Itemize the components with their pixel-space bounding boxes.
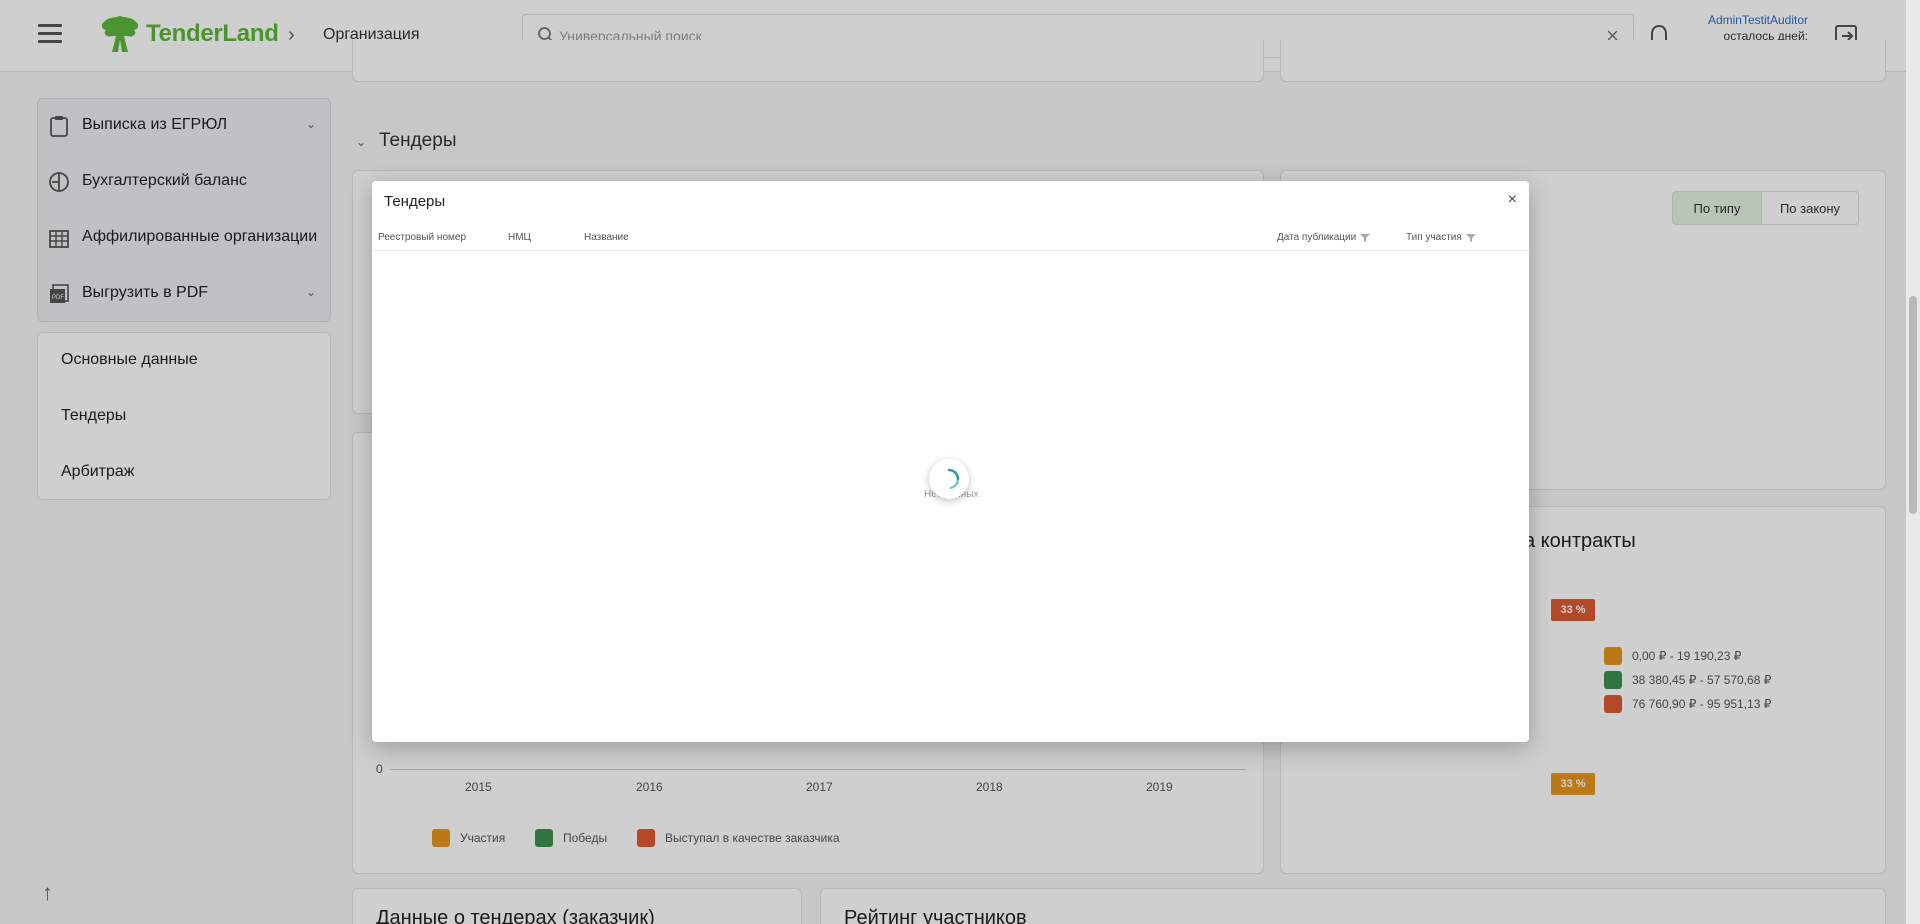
column-header-publish-date[interactable]: Дата публикации <box>1277 232 1371 243</box>
page-scrollbar[interactable] <box>1906 0 1920 924</box>
column-label: Дата публикации <box>1277 232 1357 243</box>
column-label: НМЦ <box>508 232 531 243</box>
modal-title: Тендеры <box>384 193 446 210</box>
filter-icon[interactable] <box>1465 233 1476 242</box>
close-icon[interactable]: × <box>1508 191 1517 209</box>
column-label: Название <box>584 232 629 243</box>
table-header: Реестровый номер НМЦ Название Дата публи… <box>372 225 1529 251</box>
column-header-nmc[interactable]: НМЦ <box>508 232 531 243</box>
filter-icon[interactable] <box>1360 233 1371 242</box>
column-label: Реестровый номер <box>378 232 467 243</box>
column-header-participation-type[interactable]: Тип участия <box>1406 232 1476 243</box>
column-header-name[interactable]: Название <box>584 232 629 243</box>
column-header-registry[interactable]: Реестровый номер <box>378 232 466 243</box>
spinner-icon <box>947 468 960 490</box>
loading-spinner <box>929 459 969 499</box>
column-label: Тип участия <box>1406 232 1462 243</box>
scrollbar-thumb[interactable] <box>1909 296 1917 514</box>
tenders-modal: Тендеры × Реестровый номер НМЦ Название … <box>372 181 1529 742</box>
